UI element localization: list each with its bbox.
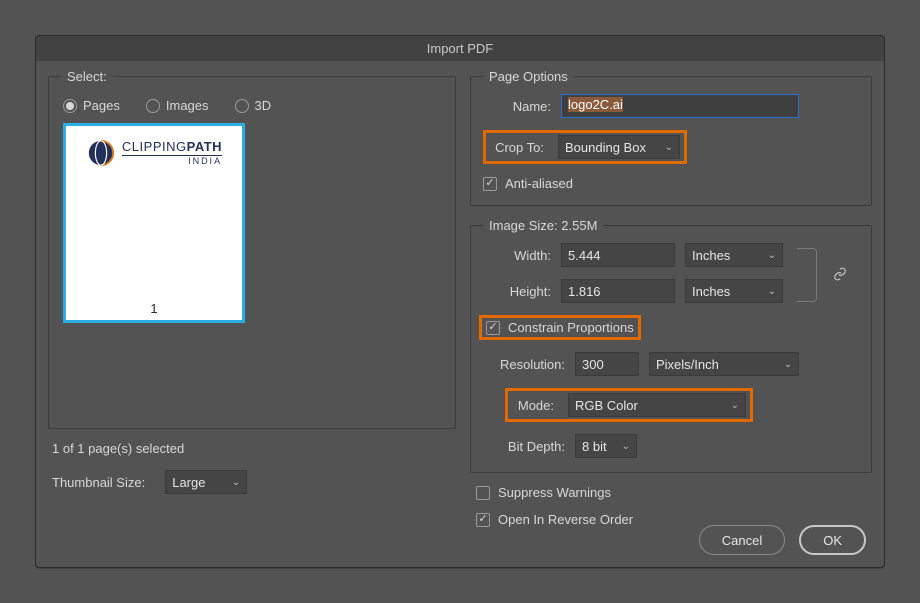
- thumbnail-preview: CLIPPINGPATH INDIA: [66, 126, 242, 299]
- radio-dot-icon: [235, 99, 249, 113]
- image-size-legend: Image Size: 2.55M: [483, 218, 603, 233]
- link-icon[interactable]: [833, 267, 847, 284]
- radio-pages[interactable]: Pages: [63, 98, 120, 113]
- chevron-down-icon: ⌄: [768, 286, 776, 297]
- chevron-down-icon: ⌄: [784, 359, 792, 370]
- radio-dot-icon: [63, 99, 77, 113]
- crop-to-label: Crop To:: [490, 140, 550, 155]
- radio-pages-label: Pages: [83, 98, 120, 113]
- mode-value: RGB Color: [575, 398, 638, 413]
- name-field[interactable]: logo2C.ai: [561, 94, 799, 118]
- chevron-down-icon: ⌄: [665, 142, 673, 153]
- radio-3d-label: 3D: [255, 98, 272, 113]
- checkbox-icon: [483, 177, 497, 191]
- ok-button[interactable]: OK: [799, 525, 866, 555]
- select-panel: Select: Pages Images 3D: [48, 69, 456, 429]
- select-legend: Select:: [61, 69, 113, 84]
- mode-label: Mode:: [512, 398, 560, 413]
- constrain-label: Constrain Proportions: [508, 320, 634, 335]
- height-label: Height:: [483, 284, 561, 299]
- selection-status: 1 of 1 page(s) selected: [52, 441, 456, 456]
- thumbnail-size-label: Thumbnail Size:: [52, 475, 155, 490]
- crop-to-select[interactable]: Bounding Box ⌄: [558, 135, 680, 159]
- suppress-warnings-checkbox[interactable]: Suppress Warnings: [476, 485, 611, 500]
- crop-to-highlight: Crop To: Bounding Box ⌄: [483, 130, 687, 164]
- radio-dot-icon: [146, 99, 160, 113]
- suppress-warnings-label: Suppress Warnings: [498, 485, 611, 500]
- page-options-panel: Page Options Name: logo2C.ai Crop To: Bo…: [470, 69, 872, 206]
- crop-to-value: Bounding Box: [565, 140, 646, 155]
- constrain-proportions-checkbox[interactable]: Constrain Proportions: [486, 320, 634, 335]
- open-reverse-order-label: Open In Reverse Order: [498, 512, 633, 527]
- resolution-label: Resolution:: [483, 357, 575, 372]
- checkbox-icon: [476, 486, 490, 500]
- height-unit-value: Inches: [692, 284, 730, 299]
- width-unit-select[interactable]: Inches ⌄: [685, 243, 783, 267]
- chevron-down-icon: ⌄: [622, 441, 630, 452]
- dialog-title: Import PDF: [36, 36, 884, 61]
- thumbnail-size-select[interactable]: Large ⌄: [165, 470, 247, 494]
- dimension-link-bracket: [797, 248, 817, 302]
- image-size-panel: Image Size: 2.55M Width: Inches ⌄: [470, 218, 872, 473]
- chevron-down-icon: ⌄: [232, 477, 240, 488]
- open-reverse-order-checkbox[interactable]: Open In Reverse Order: [476, 512, 633, 527]
- width-field[interactable]: [561, 243, 675, 267]
- import-pdf-dialog: Import PDF Select: Pages Images 3D: [35, 35, 885, 568]
- cancel-button[interactable]: Cancel: [699, 525, 785, 555]
- thumbnail-number: 1: [66, 299, 242, 320]
- logo-globe-icon: [86, 138, 116, 168]
- mode-select[interactable]: RGB Color ⌄: [568, 393, 746, 417]
- name-value: logo2C.ai: [568, 97, 623, 112]
- radio-images-label: Images: [166, 98, 209, 113]
- page-thumbnail[interactable]: CLIPPINGPATH INDIA 1: [63, 123, 245, 323]
- name-label: Name:: [483, 99, 561, 114]
- page-options-legend: Page Options: [483, 69, 574, 84]
- width-label: Width:: [483, 248, 561, 263]
- chevron-down-icon: ⌄: [731, 400, 739, 411]
- checkbox-icon: [476, 513, 490, 527]
- bitdepth-value: 8 bit: [582, 439, 607, 454]
- anti-aliased-checkbox[interactable]: Anti-aliased: [483, 176, 573, 191]
- mode-highlight: Mode: RGB Color ⌄: [505, 388, 753, 422]
- bitdepth-select[interactable]: 8 bit ⌄: [575, 434, 637, 458]
- height-field[interactable]: [561, 279, 675, 303]
- resolution-unit-value: Pixels/Inch: [656, 357, 719, 372]
- thumbnail-logo-text: CLIPPINGPATH INDIA: [122, 140, 222, 166]
- radio-3d[interactable]: 3D: [235, 98, 272, 113]
- constrain-highlight: Constrain Proportions: [479, 315, 641, 340]
- width-unit-value: Inches: [692, 248, 730, 263]
- height-unit-select[interactable]: Inches ⌄: [685, 279, 783, 303]
- chevron-down-icon: ⌄: [768, 250, 776, 261]
- anti-aliased-label: Anti-aliased: [505, 176, 573, 191]
- resolution-unit-select[interactable]: Pixels/Inch ⌄: [649, 352, 799, 376]
- radio-images[interactable]: Images: [146, 98, 209, 113]
- bitdepth-label: Bit Depth:: [483, 439, 575, 454]
- thumbnail-size-value: Large: [172, 475, 205, 490]
- resolution-field[interactable]: [575, 352, 639, 376]
- checkbox-icon: [486, 321, 500, 335]
